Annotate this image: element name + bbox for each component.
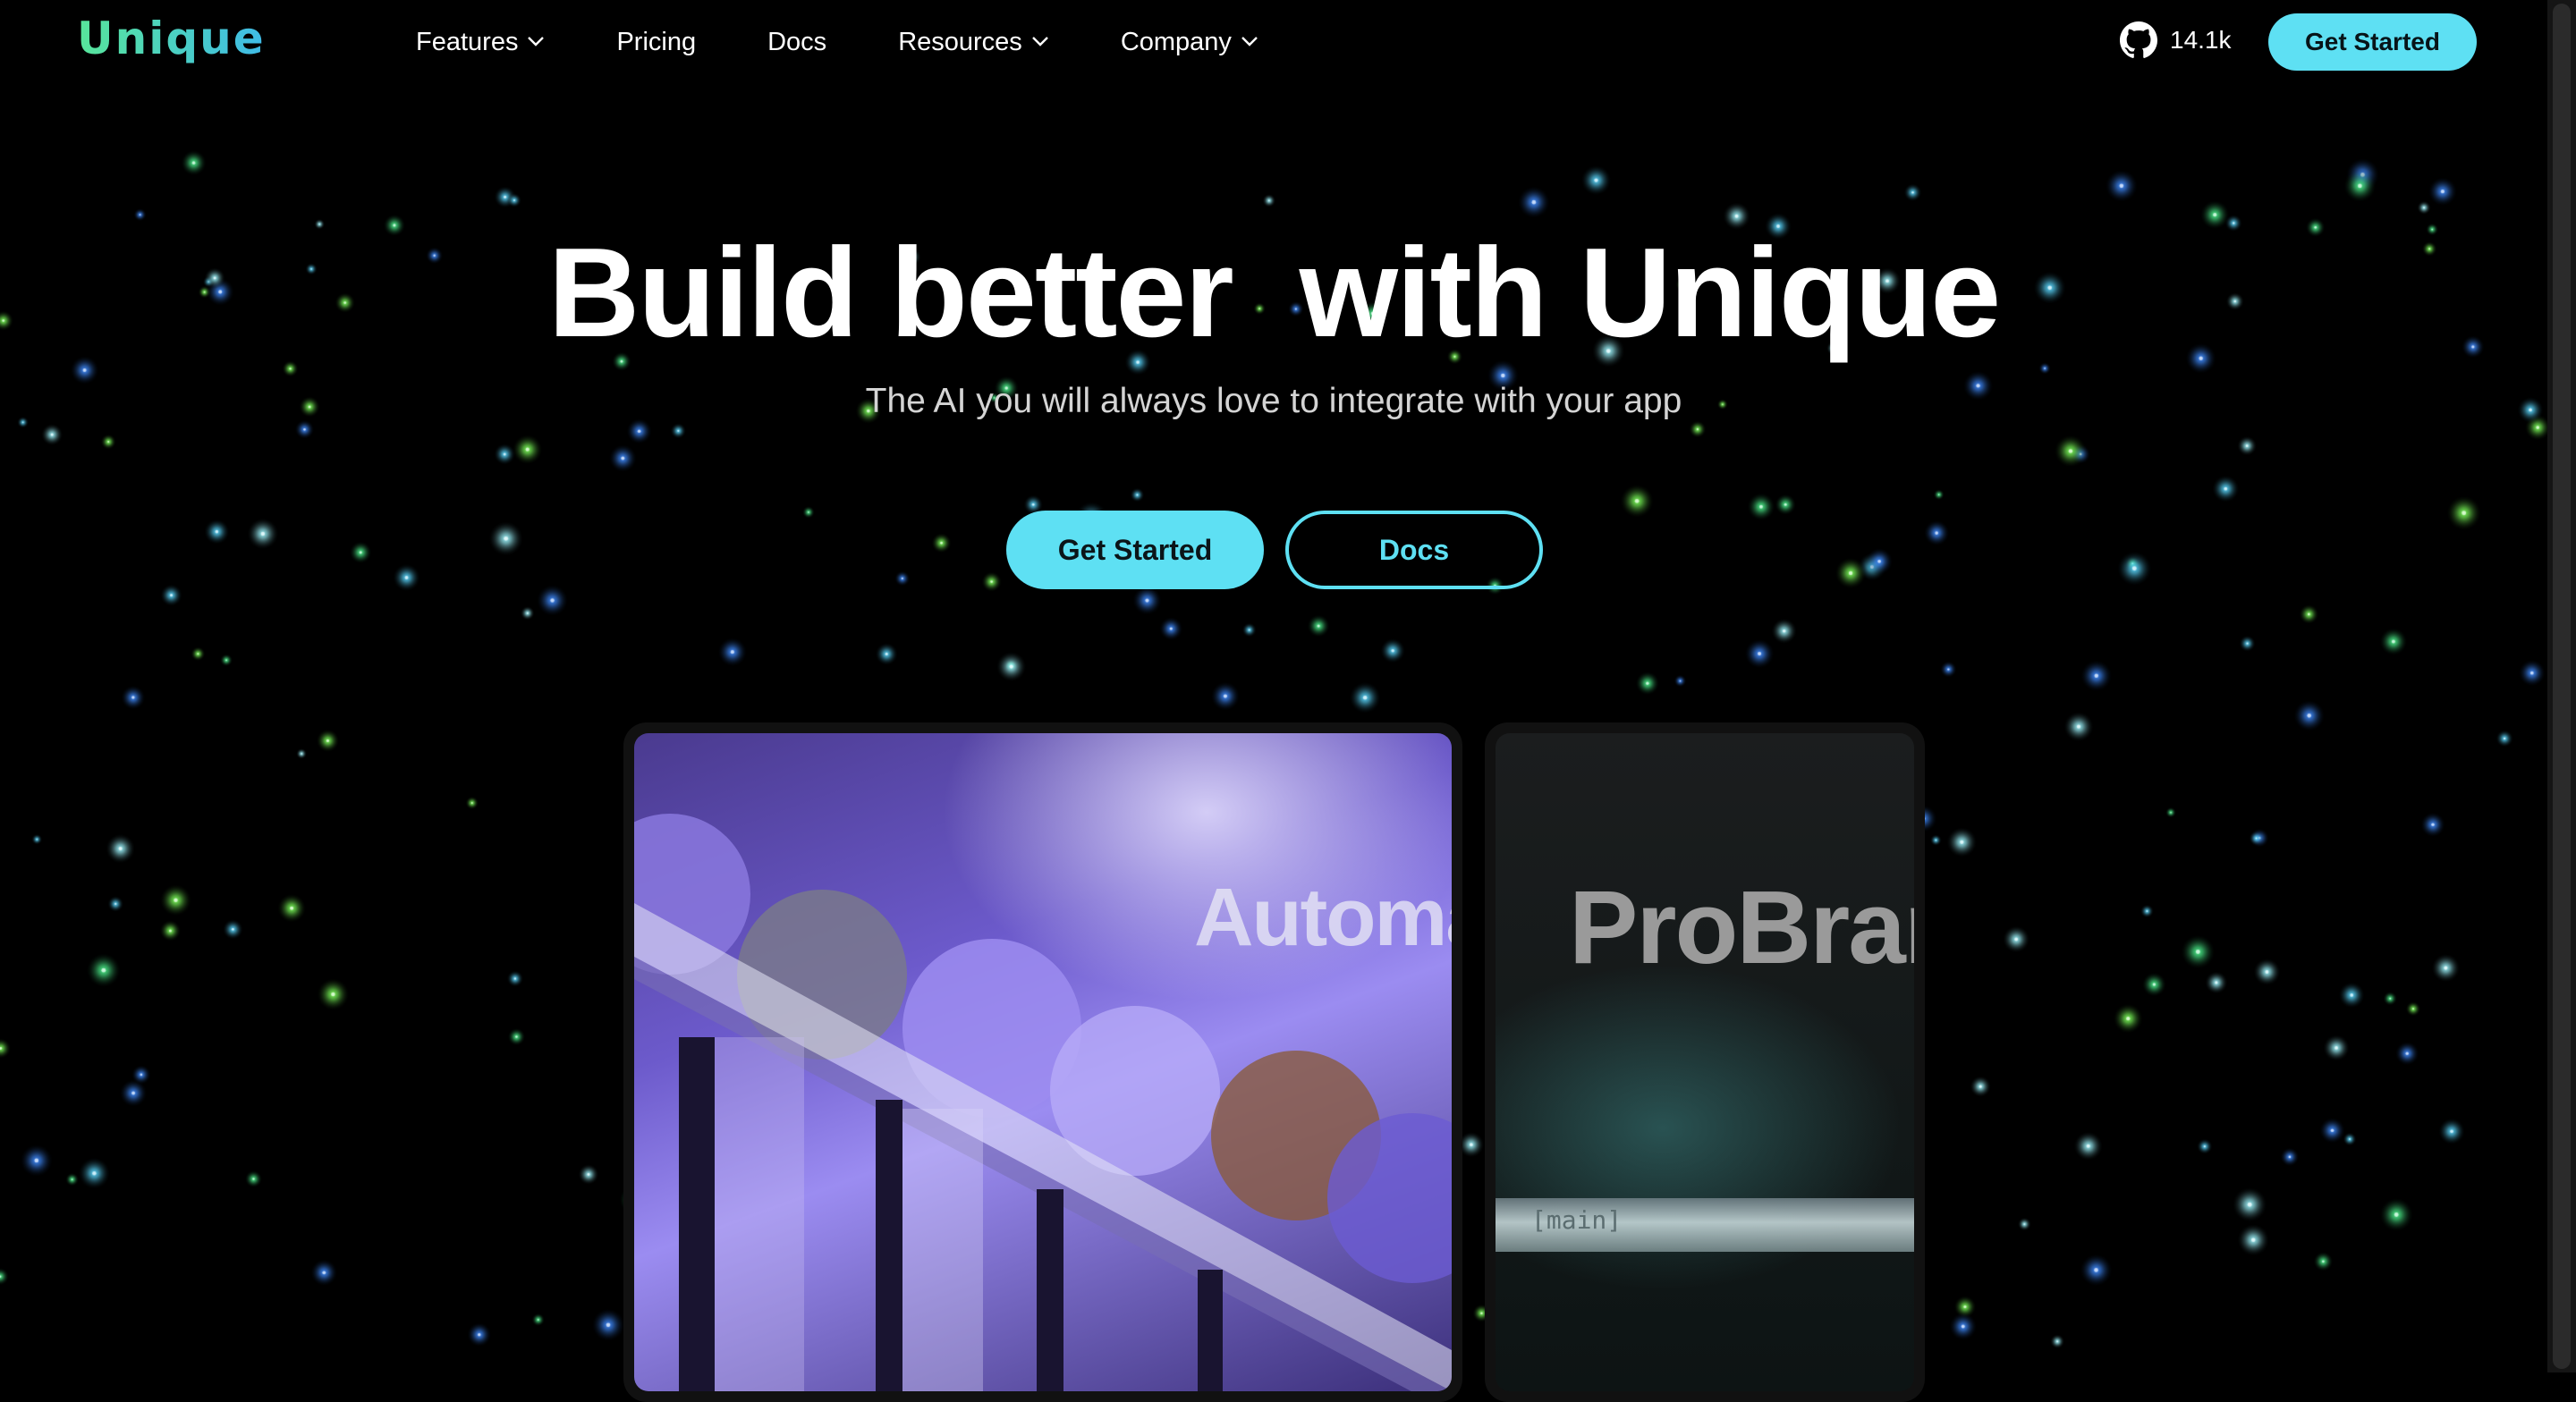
showcase-card-title: Automa [1194,872,1452,963]
main-menu: Features Pricing Docs Resources Company [416,0,1258,84]
nav-item-label: Features [416,27,519,56]
nav-get-started-button[interactable]: Get Started [2268,13,2477,71]
github-stars-link[interactable]: 14.1k [2120,21,2232,59]
page-scrollbar[interactable] [2547,0,2576,1372]
hero-get-started-button[interactable]: Get Started [1006,511,1264,589]
top-navigation: Unique Features Pricing Docs Resources C… [0,0,2547,84]
scrollbar-thumb[interactable] [2553,4,2571,1369]
hero-title: Build better with Unique [547,222,2001,364]
nav-item-docs[interactable]: Docs [767,28,826,57]
showcase-card-probrand[interactable]: ProBrar [main] [1485,722,1925,1402]
nav-item-label: Docs [767,27,827,56]
nav-item-label: Pricing [616,27,697,56]
chevron-down-icon [1031,24,1049,54]
showcase-card-title: ProBrar [1569,869,1914,985]
hero-subtitle: The AI you will always love to integrate… [865,382,1682,420]
code-branch-label: [main] [1531,1205,1623,1235]
github-icon [2120,21,2157,58]
nav-item-company[interactable]: Company [1121,28,1258,57]
nav-item-pricing[interactable]: Pricing [616,28,696,57]
hero-docs-button[interactable]: Docs [1285,511,1543,589]
nav-item-label: Company [1120,27,1232,56]
chevron-down-icon [527,24,545,54]
nav-item-resources[interactable]: Resources [898,28,1049,57]
showcase-card-automation[interactable]: Automa [623,722,1462,1402]
showcase-card-image: ProBrar [main] [1496,733,1914,1391]
chevron-down-icon [1241,24,1258,54]
brand-logo[interactable]: Unique [77,13,266,64]
showcase-illustration [634,814,1452,1391]
github-star-count: 14.1k [2170,26,2232,54]
showcase-card-image: Automa [634,733,1452,1391]
nav-item-label: Resources [898,27,1022,56]
nav-item-features[interactable]: Features [416,28,545,57]
